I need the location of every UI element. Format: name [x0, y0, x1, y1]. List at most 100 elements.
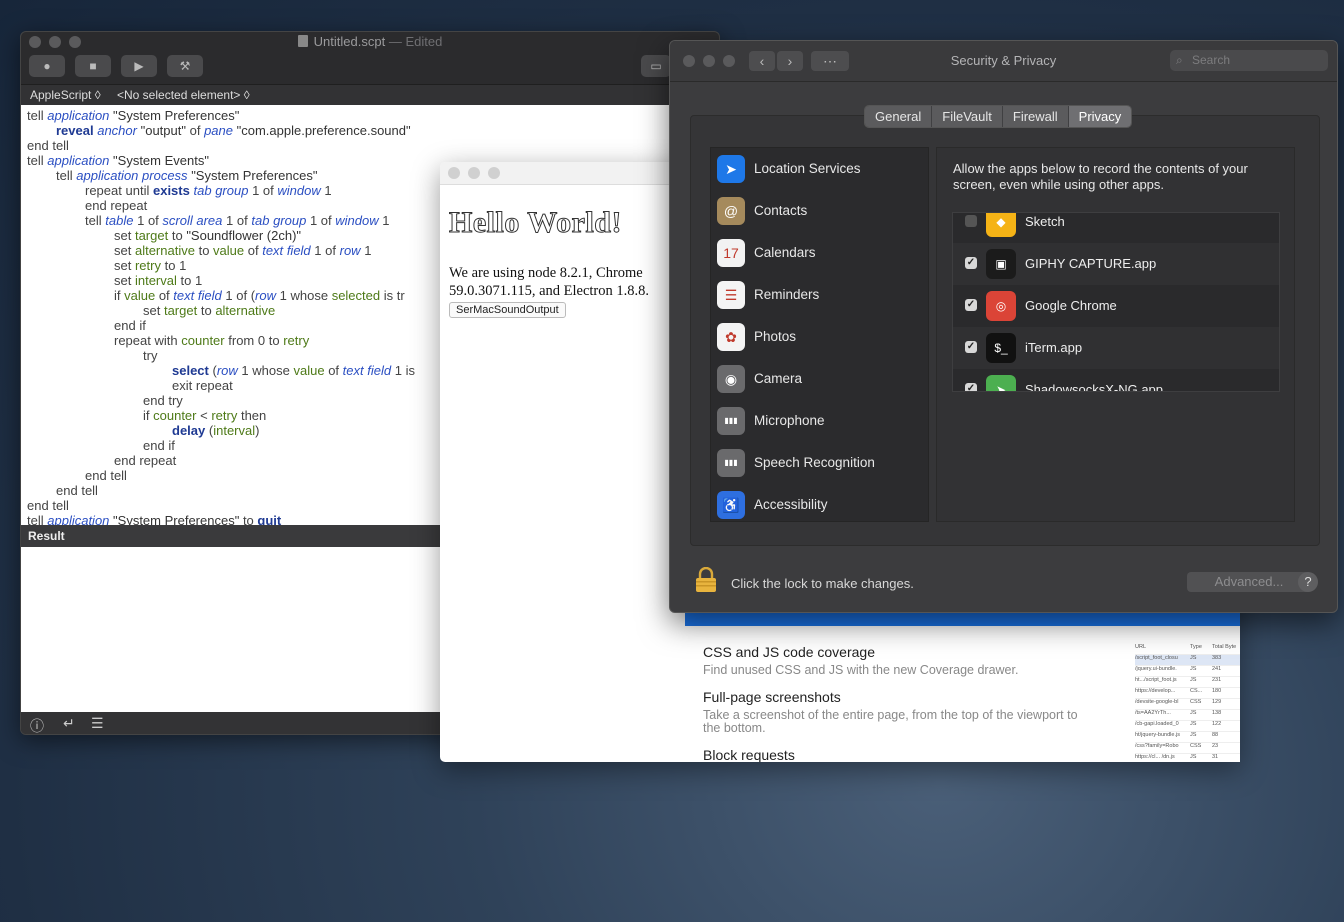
code-line: tell application process "System Prefere…: [56, 168, 318, 183]
code-line: end tell: [85, 468, 127, 483]
code-line: end if: [143, 438, 175, 453]
permission-checkbox[interactable]: ✓: [965, 299, 977, 311]
help-button[interactable]: ?: [1298, 572, 1318, 592]
thumbnail-cell: /cb-gapi.loaded_0: [1135, 721, 1179, 727]
thumbnail-row: https://cl... /dn.js JS 31: [1135, 754, 1240, 762]
code-line: reveal anchor "output" of pane "com.appl…: [56, 123, 411, 138]
zoom-button[interactable]: [488, 167, 500, 179]
code-line: end if: [114, 318, 146, 333]
app-row: ✓ ➤ ShadowsocksX-NG.app: [953, 369, 1279, 391]
minimize-button[interactable]: [468, 167, 480, 179]
code-line: end tell: [27, 138, 69, 153]
app-row: ✓ ▣ GIPHY CAPTURE.app: [953, 243, 1279, 285]
tab-bar: General FileVault Firewall Privacy: [864, 105, 1133, 128]
app-permission-list[interactable]: ◆ Sketch ✓ ▣ GIPHY CAPTURE.app ✓ ◎ Google Chrom…: [952, 212, 1280, 392]
security-privacy-window: ‹ › ⋯ Security & Privacy ⌕ Search Genera…: [669, 40, 1338, 613]
compile-button[interactable]: ⚒: [167, 55, 203, 77]
privacy-category-list[interactable]: ➤ Location Services @ Contacts 17 Calendars ☰ R…: [710, 147, 929, 522]
element-selector[interactable]: <No selected element> ◊: [117, 88, 250, 102]
close-button[interactable]: [448, 167, 460, 179]
list-icon[interactable]: ☰: [91, 715, 104, 732]
panel-toggle-button[interactable]: ▭: [641, 55, 671, 77]
code-line: select (row 1 whose value of text field …: [172, 363, 415, 378]
feature-title[interactable]: CSS and JS code coverage: [703, 644, 875, 660]
thumbnail-cell: https://develop...: [1135, 688, 1176, 694]
thumbnail-row: ht.../script_foot.js JS 231: [1135, 677, 1240, 688]
app-row: ✓ $_ iTerm.app: [953, 327, 1279, 369]
feature-title[interactable]: Block requests: [703, 747, 795, 762]
category-location-services[interactable]: ➤ Location Services: [711, 148, 928, 190]
permission-checkbox[interactable]: ✓: [965, 257, 977, 269]
tab-general[interactable]: General: [865, 106, 933, 127]
thumbnail-row: https://develop... CS... 180: [1135, 688, 1240, 699]
record-button[interactable]: ●: [29, 55, 65, 77]
thumbnail-cell: /css?family=Robo: [1135, 743, 1179, 749]
tab-filevault[interactable]: FileVault: [932, 106, 1003, 127]
thumbnail-cell: JS: [1190, 710, 1197, 716]
shadowsocks-icon: ➤: [986, 375, 1016, 391]
script-editor-titlebar: Untitled.scpt — Edited: [21, 32, 719, 52]
language-selector[interactable]: AppleScript ◊: [30, 88, 101, 102]
category-camera[interactable]: ◉ Camera: [711, 358, 928, 400]
app-row: ✓ ◎ Google Chrome: [953, 285, 1279, 327]
thumbnail-cell: 31: [1212, 754, 1219, 760]
stop-button[interactable]: ■: [75, 55, 111, 77]
giphy-capture-icon: ▣: [986, 249, 1016, 279]
code-line: set target to alternative: [143, 303, 276, 318]
thumbnail-cell: ht.../script_foot.js: [1135, 677, 1177, 683]
hello-heading: Hello World!: [449, 206, 622, 240]
chrome-icon: ◎: [986, 291, 1016, 321]
category-speech-recognition[interactable]: ▮▮▮ Speech Recognition: [711, 442, 928, 484]
app-name: Sketch: [1025, 214, 1065, 229]
thumbnail-cell: JS: [1190, 666, 1197, 672]
code-line: end repeat: [85, 198, 148, 213]
reminders-list-icon: ☰: [717, 281, 745, 309]
category-label: Location Services: [754, 161, 861, 176]
tab-firewall[interactable]: Firewall: [1002, 106, 1069, 127]
code-line: delay (interval): [172, 423, 260, 438]
record-icon: ●: [43, 59, 51, 73]
app-row: ◆ Sketch: [953, 213, 1279, 243]
prefs-toolbar: ‹ › ⋯ Security & Privacy ⌕ Search: [670, 41, 1337, 82]
permission-checkbox[interactable]: ✓: [965, 341, 977, 353]
thumbnail-cell: 122: [1212, 721, 1222, 727]
info-icon[interactable]: ⓘ: [30, 716, 44, 734]
thumbnail-cell: JS: [1190, 655, 1197, 661]
thumbnail-row: ht/jquery-bundle.js JS 88: [1135, 732, 1240, 743]
version-paragraph: We are using node 8.2.1, Chrome 59.0.307…: [449, 265, 650, 299]
thumbnail-header-cell: Total Byte: [1212, 644, 1237, 650]
devtools-whats-new-panel: CSS and JS code coverage Find unused CSS…: [685, 610, 1240, 762]
code-line: repeat with counter from 0 to retry: [114, 333, 310, 348]
category-label: Calendars: [754, 245, 816, 260]
run-button[interactable]: ▶: [121, 55, 157, 77]
feature-description: Find unused CSS and JS with the new Cove…: [703, 663, 1019, 677]
lock-icon[interactable]: [694, 567, 718, 593]
category-microphone[interactable]: ▮▮▮ Microphone: [711, 400, 928, 442]
tab-privacy[interactable]: Privacy: [1068, 106, 1132, 127]
accessibility-icon: ♿: [717, 491, 745, 519]
category-calendars[interactable]: 17 Calendars: [711, 232, 928, 274]
microphone-waveform-icon: ▮▮▮: [717, 407, 745, 435]
search-field[interactable]: ⌕ Search: [1170, 50, 1328, 71]
category-label: Camera: [754, 371, 803, 386]
category-reminders[interactable]: ☰ Reminders: [711, 274, 928, 316]
panel-toggle-icon: ▭: [650, 59, 662, 73]
ser-mac-sound-output-button[interactable]: SerMacSoundOutput: [449, 302, 566, 318]
category-accessibility[interactable]: ♿ Accessibility: [711, 484, 928, 521]
category-label: Accessibility: [754, 497, 828, 512]
code-line: end tell: [27, 498, 69, 513]
code-line: set interval to 1: [114, 273, 203, 288]
thumbnail-cell: 241: [1212, 666, 1222, 672]
category-contacts[interactable]: @ Contacts: [711, 190, 928, 232]
feature-title[interactable]: Full-page screenshots: [703, 689, 841, 705]
code-line: exit repeat: [172, 378, 233, 393]
return-icon[interactable]: ↵: [63, 715, 75, 732]
thumbnail-header-cell: Type: [1190, 644, 1202, 650]
category-label: Photos: [754, 329, 797, 344]
thumbnail-row: /cb-gapi.loaded_0 JS 122: [1135, 721, 1240, 732]
category-photos[interactable]: ✿ Photos: [711, 316, 928, 358]
permission-checkbox[interactable]: ✓: [965, 383, 977, 391]
permission-checkbox[interactable]: [965, 215, 977, 227]
app-name: Google Chrome: [1025, 298, 1117, 313]
advanced-button[interactable]: Advanced...: [1187, 572, 1311, 592]
